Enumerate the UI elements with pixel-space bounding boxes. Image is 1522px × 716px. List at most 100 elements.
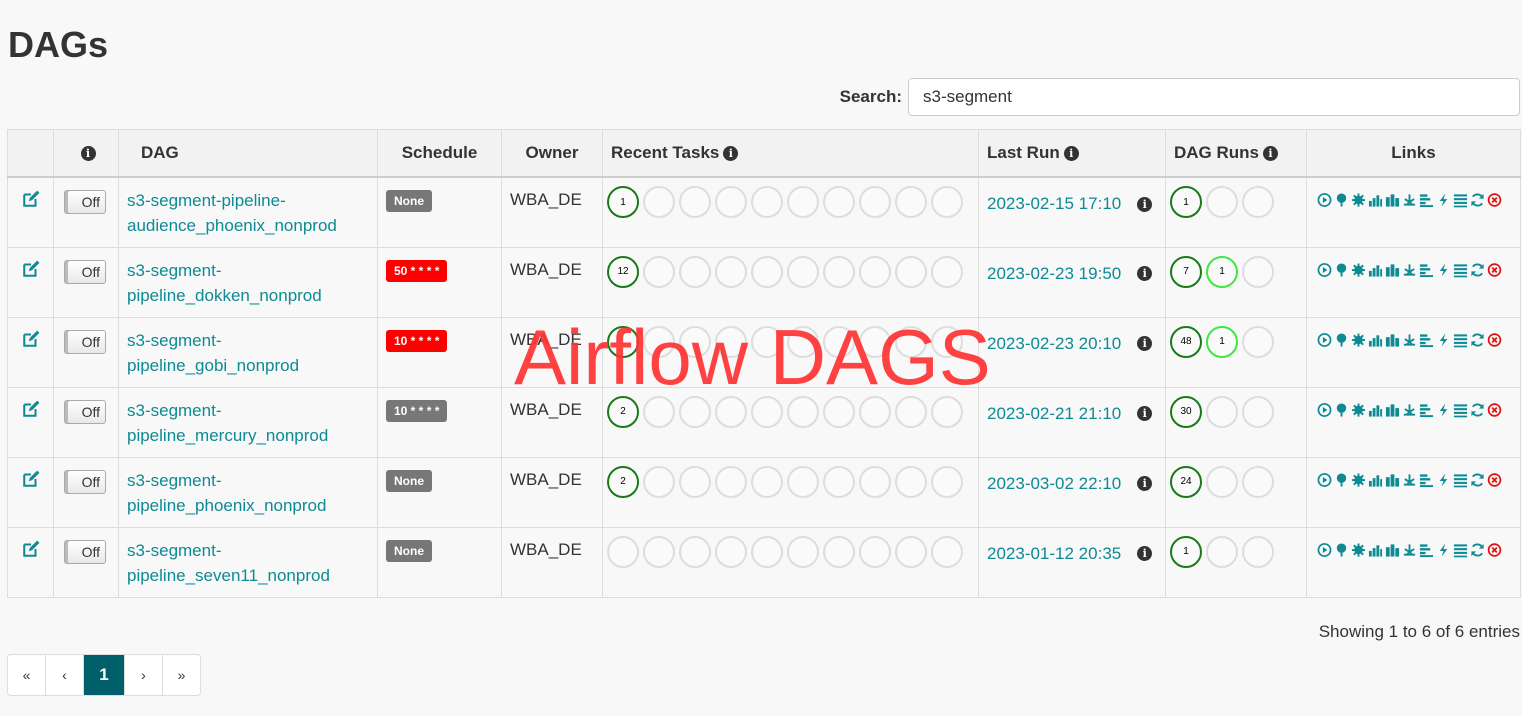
info-icon[interactable]: i xyxy=(1137,196,1153,212)
last-run-link[interactable]: 2023-03-02 22:10 xyxy=(987,474,1121,494)
landing-times-icon[interactable] xyxy=(1402,262,1417,278)
tree-view-icon[interactable] xyxy=(1334,402,1349,418)
task-tries-icon[interactable] xyxy=(1385,402,1400,418)
prev-page-button[interactable]: ‹ xyxy=(46,655,84,695)
task-status-circle[interactable] xyxy=(715,535,747,568)
refresh-icon[interactable] xyxy=(1470,192,1485,208)
header-schedule[interactable]: Schedule xyxy=(377,129,502,178)
trigger-dag-icon[interactable] xyxy=(1317,542,1332,558)
task-status-circle[interactable] xyxy=(859,255,891,288)
dag-run-status-circle[interactable] xyxy=(1242,255,1274,288)
task-status-circle[interactable] xyxy=(679,535,711,568)
task-status-circle[interactable] xyxy=(823,465,855,498)
dag-toggle[interactable]: Off xyxy=(64,259,106,284)
delete-icon[interactable] xyxy=(1487,262,1502,278)
logs-icon[interactable] xyxy=(1453,332,1468,348)
task-status-circle[interactable] xyxy=(931,186,963,218)
dag-link[interactable]: s3-segment-pipeline_dokken_nonprod xyxy=(127,258,369,308)
trigger-dag-icon[interactable] xyxy=(1317,472,1332,488)
refresh-icon[interactable] xyxy=(1470,542,1485,558)
dag-run-status-circle[interactable]: 48 xyxy=(1170,325,1202,358)
dag-run-status-circle[interactable] xyxy=(1206,535,1238,568)
edit-icon[interactable] xyxy=(22,540,40,563)
task-status-circle[interactable] xyxy=(751,395,783,428)
edit-icon[interactable] xyxy=(22,330,40,353)
header-dag[interactable]: DAG xyxy=(118,129,378,178)
info-icon[interactable]: i xyxy=(1137,266,1153,281)
task-duration-icon[interactable] xyxy=(1368,472,1383,488)
trigger-dag-icon[interactable] xyxy=(1317,332,1332,348)
task-status-circle[interactable]: 1 xyxy=(607,186,639,218)
task-status-circle[interactable] xyxy=(679,186,711,218)
last-run-link[interactable]: 2023-02-23 20:10 xyxy=(987,334,1121,354)
task-status-circle[interactable] xyxy=(715,395,747,428)
trigger-dag-icon[interactable] xyxy=(1317,192,1332,208)
gantt-icon[interactable] xyxy=(1419,332,1434,348)
gantt-icon[interactable] xyxy=(1419,262,1434,278)
dag-run-status-circle[interactable] xyxy=(1206,465,1238,498)
dag-link[interactable]: s3-segment-pipeline_phoenix_nonprod xyxy=(127,468,369,518)
graph-view-icon[interactable] xyxy=(1351,472,1366,488)
task-status-circle[interactable] xyxy=(823,255,855,288)
current-page-button[interactable]: 1 xyxy=(84,655,125,695)
last-run-link[interactable]: 2023-02-21 21:10 xyxy=(987,404,1121,424)
task-duration-icon[interactable] xyxy=(1368,332,1383,348)
task-status-circle[interactable] xyxy=(859,395,891,428)
task-duration-icon[interactable] xyxy=(1368,542,1383,558)
task-status-circle[interactable] xyxy=(607,535,639,568)
info-icon[interactable]: i xyxy=(1137,476,1153,491)
task-status-circle[interactable]: 12 xyxy=(607,255,639,288)
refresh-icon[interactable] xyxy=(1470,402,1485,418)
task-status-circle[interactable] xyxy=(895,186,927,218)
dag-link[interactable]: s3-segment-pipeline_seven11_nonprod xyxy=(127,538,369,588)
delete-icon[interactable] xyxy=(1487,332,1502,348)
trigger-dag-icon[interactable] xyxy=(1317,262,1332,278)
task-status-circle[interactable] xyxy=(787,395,819,428)
dag-run-status-circle[interactable]: 7 xyxy=(1170,255,1202,288)
logs-icon[interactable] xyxy=(1453,402,1468,418)
task-status-circle[interactable] xyxy=(823,395,855,428)
task-status-circle[interactable] xyxy=(715,325,747,358)
task-status-circle[interactable] xyxy=(859,535,891,568)
dag-toggle[interactable]: Off xyxy=(64,329,106,354)
task-tries-icon[interactable] xyxy=(1385,262,1400,278)
info-icon[interactable]: i xyxy=(1137,336,1153,351)
task-status-circle[interactable] xyxy=(751,465,783,498)
gantt-icon[interactable] xyxy=(1419,192,1434,208)
task-status-circle[interactable]: 2 xyxy=(607,465,639,498)
edit-icon[interactable] xyxy=(22,190,40,213)
task-status-circle[interactable] xyxy=(643,255,675,288)
dag-run-status-circle[interactable]: 1 xyxy=(1206,255,1238,288)
task-status-circle[interactable] xyxy=(931,465,963,498)
tree-view-icon[interactable] xyxy=(1334,472,1349,488)
code-icon[interactable] xyxy=(1436,472,1451,488)
last-run-link[interactable]: 2023-02-23 19:50 xyxy=(987,264,1121,284)
delete-icon[interactable] xyxy=(1487,402,1502,418)
task-duration-icon[interactable] xyxy=(1368,402,1383,418)
trigger-dag-icon[interactable] xyxy=(1317,402,1332,418)
landing-times-icon[interactable] xyxy=(1402,542,1417,558)
task-status-circle[interactable] xyxy=(751,535,783,568)
edit-icon[interactable] xyxy=(22,470,40,493)
landing-times-icon[interactable] xyxy=(1402,402,1417,418)
landing-times-icon[interactable] xyxy=(1402,472,1417,488)
task-status-circle[interactable] xyxy=(643,535,675,568)
dag-run-status-circle[interactable] xyxy=(1206,186,1238,218)
last-run-link[interactable]: 2023-02-15 17:10 xyxy=(987,194,1121,214)
task-tries-icon[interactable] xyxy=(1385,472,1400,488)
task-status-circle[interactable] xyxy=(787,535,819,568)
task-status-circle[interactable] xyxy=(787,325,819,358)
task-status-circle[interactable] xyxy=(931,325,963,358)
code-icon[interactable] xyxy=(1436,192,1451,208)
task-status-circle[interactable] xyxy=(679,325,711,358)
task-status-circle[interactable] xyxy=(751,186,783,218)
info-icon[interactable]: i xyxy=(723,146,739,162)
task-status-circle[interactable] xyxy=(643,395,675,428)
task-status-circle[interactable] xyxy=(715,465,747,498)
dag-run-status-circle[interactable] xyxy=(1206,395,1238,428)
task-status-circle[interactable] xyxy=(643,186,675,218)
graph-view-icon[interactable] xyxy=(1351,262,1366,278)
gantt-icon[interactable] xyxy=(1419,472,1434,488)
task-status-circle[interactable] xyxy=(787,186,819,218)
task-status-circle[interactable] xyxy=(679,465,711,498)
